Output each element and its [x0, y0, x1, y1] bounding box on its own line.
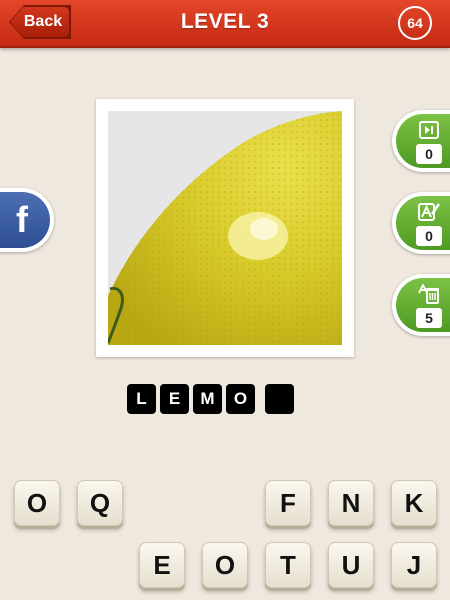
letter-tile[interactable]: K: [391, 480, 437, 526]
letter-tile[interactable]: T: [265, 542, 311, 588]
remove-letters-button-body: 5: [396, 278, 450, 332]
reveal-letter-button-body: 0: [396, 196, 450, 250]
remove-letters-count: 5: [416, 308, 442, 328]
answer-slot[interactable]: O: [226, 384, 255, 414]
letter-tile[interactable]: E: [139, 542, 185, 588]
skip-level-button[interactable]: 0: [392, 110, 450, 172]
letter-tile[interactable]: O: [202, 542, 248, 588]
letter-tile[interactable]: F: [265, 480, 311, 526]
coin-counter: 64: [398, 6, 432, 40]
lemon-photo: [108, 111, 342, 345]
top-bar: Back LEVEL 3 64: [0, 0, 450, 48]
letter-tile[interactable]: U: [328, 542, 374, 588]
puzzle-picture: [96, 99, 354, 357]
reveal-letter-icon: [418, 202, 440, 222]
answer-slot[interactable]: L: [127, 384, 156, 414]
answer-slots: L E M O: [127, 384, 294, 414]
facebook-share-button[interactable]: f: [0, 188, 54, 252]
answer-slot[interactable]: E: [160, 384, 189, 414]
skip-count: 0: [416, 144, 442, 164]
facebook-icon: f: [0, 192, 50, 248]
skip-level-button-body: 0: [396, 114, 450, 168]
letter-tile[interactable]: O: [14, 480, 60, 526]
letter-tile[interactable]: Q: [77, 480, 123, 526]
answer-slot-empty[interactable]: [265, 384, 294, 414]
level-title: LEVEL 3: [180, 10, 270, 33]
skip-icon: [418, 120, 440, 140]
reveal-letter-count: 0: [416, 226, 442, 246]
reveal-letter-button[interactable]: 0: [392, 192, 450, 254]
remove-letters-icon: [418, 284, 440, 304]
letter-tile[interactable]: J: [391, 542, 437, 588]
letter-tile[interactable]: N: [328, 480, 374, 526]
answer-slot[interactable]: M: [193, 384, 222, 414]
remove-letters-button[interactable]: 5: [392, 274, 450, 336]
